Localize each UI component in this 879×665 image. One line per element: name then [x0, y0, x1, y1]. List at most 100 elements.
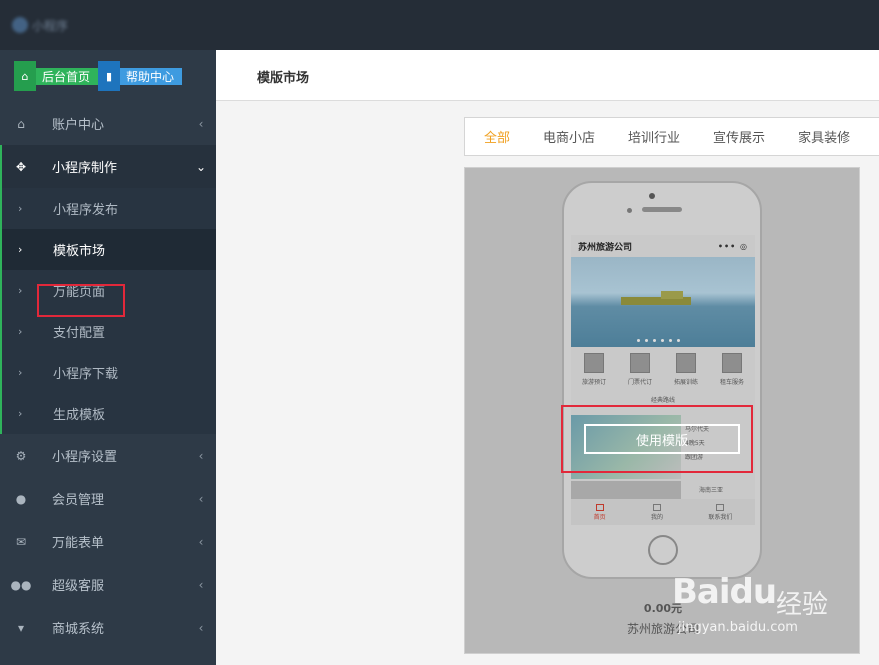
user-icon — [716, 503, 725, 511]
template-price: 0.00元 — [643, 602, 683, 615]
top-bar: 小程序 — [0, 0, 879, 50]
chevron-right-icon: › — [18, 325, 23, 338]
preview-icon-label: 门票代订 — [627, 379, 652, 386]
sidebar-item-account[interactable]: ⌂ 账户中心 ‹ — [0, 102, 216, 145]
submenu-item-label: 小程序发布 — [53, 203, 119, 218]
template-name: 苏州旅游公司 — [626, 622, 699, 636]
submenu-item-label: 支付配置 — [53, 326, 106, 341]
home-button-label: 后台首页 — [36, 67, 99, 85]
submenu-item-download[interactable]: › 小程序下载 — [2, 352, 216, 393]
preview-title-bar: 苏州旅游公司 ••• ◎ — [571, 235, 755, 257]
preview-icon-item: 拓展训练 — [666, 353, 706, 386]
sidebar-item-forms[interactable]: ✉ 万能表单 ‹ — [0, 520, 216, 563]
chevron-down-icon: ⌄ — [195, 159, 207, 174]
envelope-icon: ✉ — [15, 534, 27, 549]
sidebar-item-label: 万能表单 — [52, 536, 105, 551]
chevron-left-icon: ‹ — [198, 620, 204, 635]
sidebar-item-shop[interactable]: ▾ 商城系统 ‹ — [0, 606, 216, 649]
sidebar-menu: ⌂ 账户中心 ‹ ✥ 小程序制作 ⌄ › 小程序发布 › 模板市场 › 万能页面… — [0, 102, 216, 649]
route-destination: 海南三亚 — [699, 487, 724, 494]
preview-icon-label: 租车服务 — [719, 379, 744, 386]
use-template-button[interactable]: 使用模版 — [584, 424, 740, 454]
sidebar-item-miniapp-make[interactable]: ✥ 小程序制作 ⌄ — [0, 145, 216, 188]
submenu-item-payment-config[interactable]: › 支付配置 — [2, 311, 216, 352]
sidebar-item-label: 账户中心 — [52, 118, 105, 133]
submenu-item-label: 生成模板 — [53, 408, 106, 423]
cart-icon: ▾ — [17, 620, 25, 635]
phone-speaker — [649, 193, 655, 199]
main-content: 模版市场 全部 电商小店 培训行业 宣传展示 家具装修 苏州旅游公司 ••• ◎ — [216, 50, 879, 665]
chevron-left-icon: ‹ — [198, 577, 204, 592]
sidebar-item-label: 小程序制作 — [52, 161, 118, 176]
boat-image — [661, 291, 683, 299]
chevron-right-icon: › — [18, 202, 23, 215]
chevron-right-icon: › — [18, 366, 23, 379]
car-icon — [722, 353, 742, 373]
submenu-item-publish[interactable]: › 小程序发布 — [2, 188, 216, 229]
sidebar-item-members[interactable]: ● 会员管理 ‹ — [0, 477, 216, 520]
preview-icon-label: 拓展训练 — [673, 379, 698, 386]
phone-grill — [642, 207, 682, 212]
home-icon: ⌂ — [14, 61, 36, 91]
logo[interactable]: 小程序 — [12, 14, 92, 36]
move-icon: ✥ — [15, 159, 27, 174]
submenu-item-generate-template[interactable]: › 生成模板 — [2, 393, 216, 434]
page-title: 模版市场 — [257, 71, 310, 86]
phone-camera — [627, 208, 632, 213]
chevron-left-icon: ‹ — [198, 491, 204, 506]
nav-label: 联系我们 — [708, 513, 733, 521]
submenu-item-label: 小程序下载 — [53, 367, 119, 382]
tour-icon — [584, 353, 604, 373]
sidebar-item-miniapp-settings[interactable]: ⚙ 小程序设置 ‹ — [0, 434, 216, 477]
category-tabs: 全部 电商小店 培训行业 宣传展示 家具装修 — [464, 117, 879, 156]
preview-nav-bar: 首页 我的 联系我们 — [571, 499, 755, 525]
carousel-dots — [637, 339, 680, 342]
phone-mockup: 苏州旅游公司 ••• ◎ 旅游预订 门票代订 拓展训练 租车服务 经典路线 马尔… — [562, 181, 762, 579]
tab-ecommerce[interactable]: 电商小店 — [543, 127, 595, 146]
template-card[interactable]: 苏州旅游公司 ••• ◎ 旅游预订 门票代订 拓展训练 租车服务 经典路线 马尔… — [464, 167, 860, 654]
preview-nav-contact: 联系我们 — [708, 503, 733, 521]
home-icon: ⌂ — [17, 116, 25, 131]
sidebar-item-service[interactable]: ●● 超级客服 ‹ — [0, 563, 216, 606]
chevron-left-icon: ‹ — [198, 116, 204, 131]
preview-nav-home: 首页 — [593, 503, 606, 521]
training-icon — [676, 353, 696, 373]
chevron-right-icon: › — [18, 284, 23, 297]
logo-icon — [12, 17, 28, 33]
tab-furniture[interactable]: 家具装修 — [798, 127, 850, 146]
sidebar-item-label: 会员管理 — [52, 493, 105, 508]
logo-text: 小程序 — [32, 18, 69, 33]
preview-section-title: 经典路线 — [650, 397, 675, 404]
user-icon: ● — [15, 491, 27, 506]
nav-label: 首页 — [593, 513, 606, 521]
highlight-box-template-market — [37, 284, 125, 317]
chevron-left-icon: ‹ — [198, 534, 204, 549]
help-button[interactable]: ▮ 帮助中心 — [98, 61, 183, 91]
preview-icon-item: 租车服务 — [712, 353, 752, 386]
quick-links: ⌂ 后台首页 ▮ 帮助中心 — [14, 61, 183, 91]
grid-icon — [652, 503, 661, 511]
home-button[interactable]: ⌂ 后台首页 — [14, 61, 99, 91]
tab-promotion[interactable]: 宣传展示 — [713, 127, 765, 146]
preview-menu-icon: ••• ◎ — [717, 241, 748, 251]
sidebar-item-label: 小程序设置 — [52, 450, 118, 465]
tab-all[interactable]: 全部 — [484, 127, 510, 146]
preview-icon-row: 旅游预订 门票代订 拓展训练 租车服务 — [571, 347, 755, 393]
gear-icon: ⚙ — [15, 448, 27, 463]
preview-icon-item: 旅游预订 — [574, 353, 614, 386]
ticket-icon — [630, 353, 650, 373]
submenu-item-template-market[interactable]: › 模板市场 — [2, 229, 216, 270]
breadcrumb: 模版市场 — [216, 50, 879, 101]
sidebar-item-label: 商城系统 — [52, 622, 105, 637]
chevron-right-icon: › — [18, 407, 23, 420]
preview-icon-item: 门票代订 — [620, 353, 660, 386]
sidebar-item-label: 超级客服 — [52, 579, 105, 594]
help-button-label: 帮助中心 — [120, 67, 183, 85]
template-preview-screen: 苏州旅游公司 ••• ◎ 旅游预订 门票代订 拓展训练 租车服务 经典路线 马尔… — [571, 235, 755, 525]
users-icon: ●● — [10, 577, 32, 592]
book-icon: ▮ — [98, 61, 121, 91]
preview-icon-label: 旅游预订 — [581, 379, 606, 386]
preview-app-title: 苏州旅游公司 — [578, 242, 633, 253]
chevron-left-icon: ‹ — [198, 448, 204, 463]
tab-training[interactable]: 培训行业 — [628, 127, 680, 146]
